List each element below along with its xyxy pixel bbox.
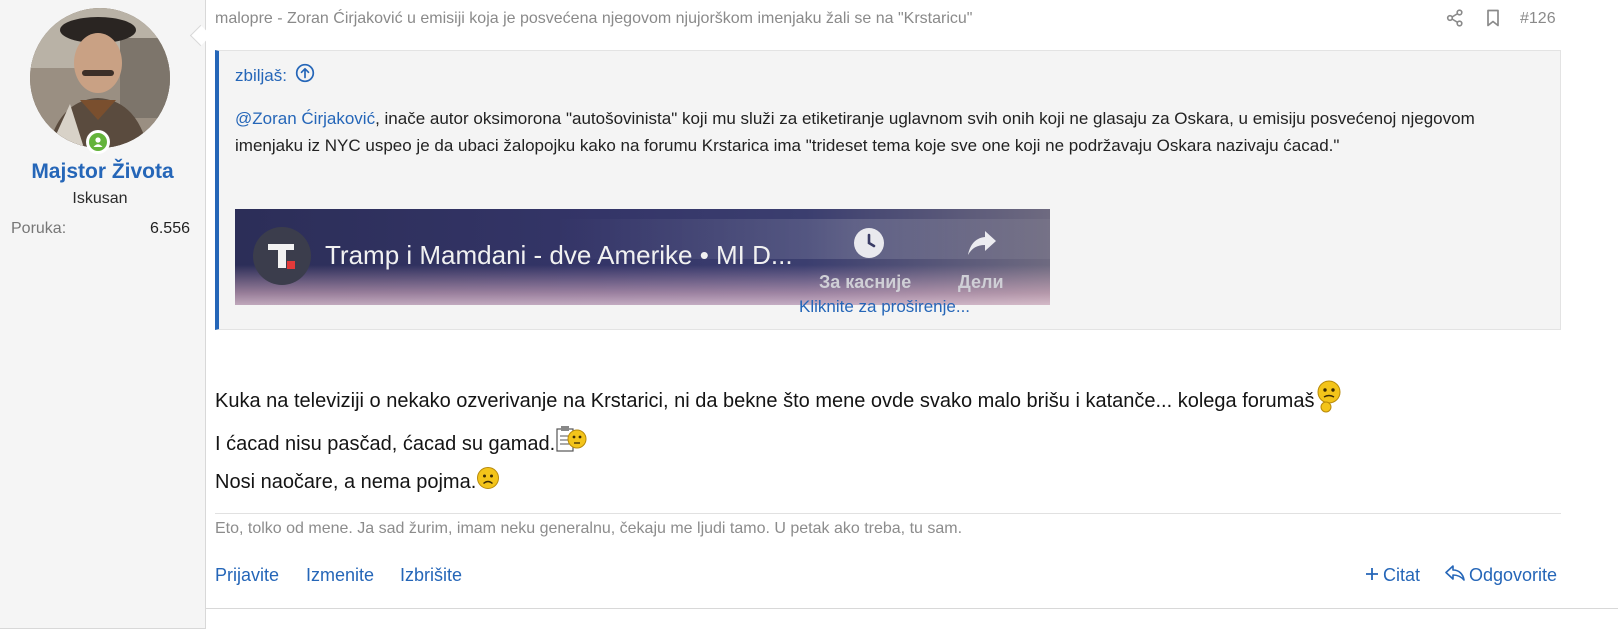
post-line-3: Nosi naočare, a nema pojma. xyxy=(215,466,1555,499)
report-button[interactable]: Prijavite xyxy=(215,565,279,586)
post-body: Kuka na televiziji o nekako ozverivanje … xyxy=(215,380,1555,499)
user-sidebar: Majstor Života Iskusan Poruka: 6.556 xyxy=(0,0,206,629)
quote-author: zbiljaš: xyxy=(235,65,287,85)
delete-button[interactable]: Izbrišite xyxy=(400,565,462,586)
user-mention-link[interactable]: @Zoran Ćirjaković xyxy=(235,109,375,128)
post-line-2: I ćacad nisu pasčad, ćacad su gamad. xyxy=(215,423,1555,466)
reply-button-label: Odgovorite xyxy=(1469,565,1558,585)
quote-text: @Zoran Ćirjaković, inače autor oksimoron… xyxy=(235,105,1545,159)
post-count-value: 6.556 xyxy=(149,220,190,237)
avatar[interactable] xyxy=(30,8,170,148)
post-number[interactable]: #126 xyxy=(1520,10,1556,28)
reply-icon xyxy=(1445,565,1465,586)
signature: Eto, tolko od mene. Ja sad žurim, imam n… xyxy=(215,520,963,537)
online-status-icon xyxy=(86,130,110,154)
emoji-clipboard-icon xyxy=(555,423,587,466)
post-count-label: Poruka: xyxy=(11,220,67,237)
bookmark-icon[interactable] xyxy=(1485,9,1501,32)
quote-button-label: Citat xyxy=(1383,565,1421,585)
emoji-thinking-icon xyxy=(1314,380,1342,423)
expand-quote-link[interactable]: Kliknite za proširenje... xyxy=(799,297,970,317)
avatar-image xyxy=(30,8,170,148)
post-header: malopre - Zoran Ćirjaković u emisiji koj… xyxy=(215,8,1618,32)
post-line-3-text: Nosi naočare, a nema pojma. xyxy=(215,470,477,493)
watch-later-label[interactable]: За касније xyxy=(819,272,911,293)
edit-button[interactable]: Izmenite xyxy=(306,565,374,586)
quote-body: , inače autor oksimorona "autošovinista"… xyxy=(235,109,1475,155)
username[interactable]: Majstor Života xyxy=(0,160,205,184)
video-title[interactable]: Tramp i Mamdani - dve Amerike • MI D... xyxy=(325,240,793,271)
signature-divider xyxy=(215,513,1561,514)
post-line-1: Kuka na televiziji o nekako ozverivanje … xyxy=(215,380,1555,423)
video-embed[interactable]: Tramp i Mamdani - dve Amerike • MI D... … xyxy=(235,209,1050,305)
user-title: Iskusan xyxy=(72,190,128,207)
quote-block: zbiljaš: @Zoran Ćirjaković, inače autor … xyxy=(215,50,1561,330)
reply-button[interactable]: Odgovorite xyxy=(1445,565,1557,586)
post-line-1-text: Kuka na televiziji o nekako ozverivanje … xyxy=(215,389,1315,412)
post-actions: Prijavite Izmenite Izbrišite Citat Odgov… xyxy=(215,565,1561,589)
emoji-sad-icon xyxy=(476,466,500,499)
post-title: malopre - Zoran Ćirjaković u emisiji koj… xyxy=(215,10,973,27)
quote-button[interactable]: Citat xyxy=(1365,565,1420,586)
share-icon[interactable] xyxy=(1446,9,1464,32)
post-bottom-border xyxy=(205,608,1618,609)
plus-icon xyxy=(1365,565,1379,586)
channel-logo[interactable] xyxy=(253,227,311,285)
share-arrow-icon[interactable] xyxy=(967,229,997,262)
arrow-up-circle-icon[interactable] xyxy=(295,63,315,88)
post-line-2-text: I ćacad nisu pasčad, ćacad su gamad. xyxy=(215,432,556,455)
quote-author-link[interactable]: zbiljaš: xyxy=(235,63,315,88)
share-label[interactable]: Дели xyxy=(958,272,1004,293)
clock-icon[interactable] xyxy=(853,227,885,264)
